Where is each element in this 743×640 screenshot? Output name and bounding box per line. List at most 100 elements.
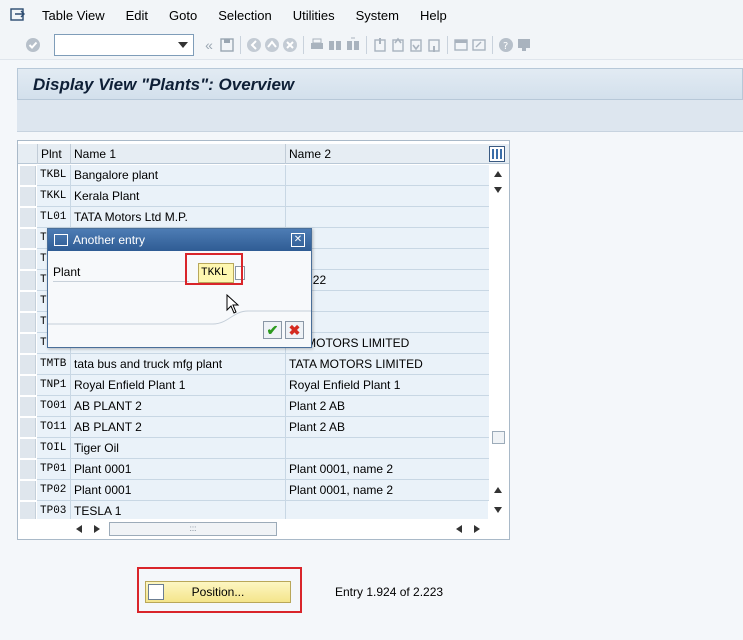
first-page-icon[interactable] <box>371 36 389 54</box>
cell-name1: tata bus and truck mfg plant <box>70 354 285 375</box>
menu-selection[interactable]: Selection <box>218 8 271 23</box>
label-underline <box>53 281 189 282</box>
row-selector[interactable] <box>20 292 36 311</box>
row-selector[interactable] <box>20 502 36 519</box>
row-selector[interactable] <box>20 271 36 290</box>
row-selector[interactable] <box>20 439 36 458</box>
row-selector[interactable] <box>20 355 36 374</box>
cell-name1: AB PLANT 2 <box>70 396 285 417</box>
row-selector[interactable] <box>20 229 36 248</box>
last-page-icon[interactable] <box>425 36 443 54</box>
next-page-icon[interactable] <box>407 36 425 54</box>
previous-page-icon[interactable] <box>389 36 407 54</box>
col-header-plnt[interactable]: Plnt <box>37 144 70 164</box>
close-icon[interactable]: ✕ <box>291 233 305 247</box>
select-all-cell[interactable] <box>18 144 37 164</box>
row-selector[interactable] <box>20 481 36 500</box>
row-selector[interactable] <box>20 397 36 416</box>
cancel-icon[interactable] <box>281 36 299 54</box>
table-row[interactable]: TP03 TESLA 1 <box>18 501 488 519</box>
cell-plnt: TL01 <box>37 207 70 228</box>
scroll-up-icon[interactable] <box>494 487 502 493</box>
dialog-title: Another entry <box>73 233 146 247</box>
scroll-left-icon[interactable] <box>456 525 462 533</box>
window-menu-icon[interactable] <box>10 7 30 23</box>
row-selector[interactable] <box>20 166 36 185</box>
table-row[interactable]: TL01 TATA Motors Ltd M.P. <box>18 207 489 228</box>
back-arrows-icon[interactable]: « <box>200 36 218 54</box>
cell-plnt: TNP1 <box>37 375 70 396</box>
row-selector[interactable] <box>20 250 36 269</box>
position-button[interactable]: Position... <box>145 581 291 603</box>
table-row[interactable]: TKBL Bangalore plant <box>18 165 489 186</box>
scroll-down-icon[interactable] <box>494 187 502 193</box>
command-field[interactable] <box>54 33 194 56</box>
table-row[interactable]: TKKL Kerala Plant <box>18 186 489 207</box>
menu-help[interactable]: Help <box>420 8 447 23</box>
scroll-down-icon[interactable] <box>494 507 502 513</box>
menu-utilities[interactable]: Utilities <box>293 8 335 23</box>
exit-icon[interactable] <box>263 36 281 54</box>
cell-name2 <box>285 249 489 270</box>
cell-name1: Tiger Oil <box>70 438 285 459</box>
table-row[interactable]: TP02 Plant 0001 Plant 0001, name 2 <box>18 480 489 501</box>
table-row[interactable]: TOIL Tiger Oil <box>18 438 489 459</box>
toolbar-divider <box>303 35 304 54</box>
menu-table-view[interactable]: Table View <box>42 8 105 23</box>
table-settings-icon[interactable] <box>489 146 505 162</box>
table-row[interactable]: TO01 AB PLANT 2 Plant 2 AB <box>18 396 489 417</box>
new-session-icon[interactable] <box>452 36 470 54</box>
cell-name2: t TM22 <box>285 270 489 291</box>
table-row[interactable]: TP01 Plant 0001 Plant 0001, name 2 <box>18 459 489 480</box>
chevron-down-icon[interactable] <box>178 41 188 48</box>
table-row[interactable]: TNP1 Royal Enfield Plant 1 Royal Enfield P… <box>18 375 489 396</box>
confirm-button[interactable]: ✔ <box>263 321 282 339</box>
cell-name1: Plant 0001 <box>70 459 285 480</box>
back-icon[interactable] <box>245 36 263 54</box>
vertical-scrollbar[interactable] <box>490 165 508 515</box>
standard-toolbar: « ? <box>0 30 743 60</box>
row-selector[interactable] <box>20 418 36 437</box>
application-toolbar <box>17 100 743 132</box>
cell-name2 <box>285 438 489 459</box>
highlight-box <box>185 253 243 285</box>
cell-plnt: TKBL <box>37 165 70 186</box>
table-row[interactable]: TO11 AB PLANT 2 Plant 2 AB <box>18 417 489 438</box>
col-header-name1[interactable]: Name 1 <box>70 144 285 164</box>
scroll-thumb[interactable]: ::: <box>109 522 277 536</box>
row-selector[interactable] <box>20 460 36 479</box>
help-icon[interactable]: ? <box>497 36 515 54</box>
scroll-thumb[interactable] <box>492 431 505 444</box>
scroll-up-icon[interactable] <box>494 171 502 177</box>
cell-plnt: TO11 <box>37 417 70 438</box>
scroll-left-icon[interactable] <box>76 525 82 533</box>
table-row[interactable]: TMTB tata bus and truck mfg plant TATA MOT… <box>18 354 489 375</box>
shortcut-icon[interactable] <box>470 36 488 54</box>
scroll-right-icon[interactable] <box>94 525 100 533</box>
find-next-icon[interactable] <box>344 36 362 54</box>
find-icon[interactable] <box>326 36 344 54</box>
cancel-button[interactable]: ✖ <box>285 321 304 339</box>
row-selector[interactable] <box>20 313 36 332</box>
scroll-right-icon[interactable] <box>474 525 480 533</box>
row-selector[interactable] <box>20 208 36 227</box>
horizontal-scrollbar[interactable]: ::: <box>70 521 492 537</box>
col-header-name2[interactable]: Name 2 <box>285 144 489 164</box>
cell-name2 <box>285 186 489 207</box>
row-selector[interactable] <box>20 376 36 395</box>
menu-goto[interactable]: Goto <box>169 8 197 23</box>
cell-name2 <box>285 501 488 519</box>
menu-system[interactable]: System <box>356 8 399 23</box>
cell-plnt: TP01 <box>37 459 70 480</box>
cell-plnt: TO01 <box>37 396 70 417</box>
cell-name1: AB PLANT 2 <box>70 417 285 438</box>
layout-menu-icon[interactable] <box>515 36 533 54</box>
enter-icon[interactable] <box>24 36 42 54</box>
toolbar-divider <box>492 35 493 54</box>
row-selector[interactable] <box>20 334 36 353</box>
save-icon[interactable] <box>218 36 236 54</box>
print-icon[interactable] <box>308 36 326 54</box>
row-selector[interactable] <box>20 187 36 206</box>
position-button-label: Position... <box>191 585 245 599</box>
menu-edit[interactable]: Edit <box>126 8 148 23</box>
